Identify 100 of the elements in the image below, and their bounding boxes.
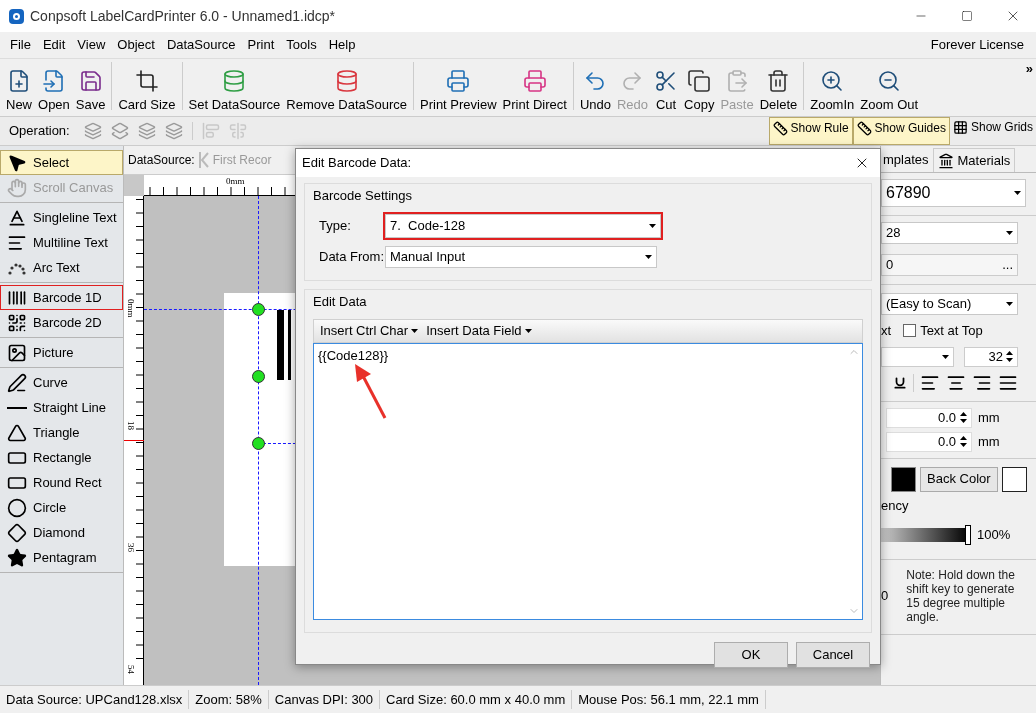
font-size-spinner[interactable]: 32 — [963, 346, 1018, 367]
dialog-button[interactable]: Cancel — [796, 642, 870, 668]
tool-item[interactable]: Curve — [0, 370, 123, 395]
toolbar-button[interactable]: Delete — [756, 69, 801, 113]
image-icon — [7, 342, 27, 363]
tool-item[interactable]: Pentagram — [0, 545, 123, 570]
app-icon — [9, 8, 24, 24]
triangle-icon — [7, 422, 27, 443]
caret-down-icon — [645, 254, 652, 259]
type-select[interactable]: 7. Code-128 — [385, 213, 661, 238]
layers-icon — [110, 122, 129, 140]
toolbar-button[interactable]: Copy — [681, 69, 718, 113]
toggle-button[interactable]: Show Grids — [949, 117, 1036, 145]
panel-tab[interactable]: Materials — [932, 148, 1016, 172]
tool-item[interactable]: Barcode 2D — [0, 310, 123, 335]
underline-icon[interactable] — [893, 375, 907, 390]
zoom-out-icon — [877, 69, 902, 93]
browse-button[interactable]: ... — [1002, 255, 1013, 275]
toolbar-button[interactable]: Cut — [651, 69, 682, 113]
tool-item[interactable]: Triangle — [0, 420, 123, 445]
trash-icon — [766, 69, 791, 93]
back-color-button[interactable]: Back Color — [920, 466, 998, 492]
printer-icon — [522, 69, 547, 93]
license-label: Forever License — [930, 36, 1024, 55]
tool-item[interactable]: Picture — [0, 340, 123, 365]
insert-menu[interactable]: Insert Data Field — [426, 321, 532, 341]
offset-spinner[interactable]: 0.0 — [886, 431, 972, 452]
unit-label: mm — [978, 432, 1000, 451]
caret-down-icon — [1006, 302, 1013, 306]
toolbar-button[interactable]: Save — [72, 69, 109, 113]
insert-menu[interactable]: Insert Ctrl Char — [320, 321, 419, 341]
menu-item[interactable]: Object — [111, 35, 161, 55]
tool-item[interactable]: Multiline Text — [0, 230, 123, 255]
toolbar-button[interactable]: New — [3, 69, 35, 113]
tool-item[interactable]: Round Rect — [0, 470, 123, 495]
scan-mode-select[interactable]: (Easy to Scan) — [881, 293, 1018, 315]
circle-icon — [7, 497, 27, 518]
toolbar-button[interactable]: Open — [35, 69, 73, 113]
diamond-icon — [7, 522, 27, 543]
toggle-button[interactable]: Show Rule — [768, 117, 853, 145]
tool-item[interactable]: Barcode 1D — [0, 285, 123, 310]
toolbar-button[interactable]: Print Preview — [417, 69, 500, 113]
menu-item[interactable]: File — [4, 35, 37, 55]
caret-down-icon — [649, 223, 656, 228]
spinner-arrows-icon[interactable] — [960, 412, 967, 423]
angle-value: 0 — [881, 586, 889, 605]
status-item: Data Source: UPCand128.xlsx — [0, 689, 190, 710]
value-select[interactable]: 67890 — [881, 179, 1026, 207]
spinner-arrows-icon[interactable] — [1006, 351, 1013, 362]
toolbar-button[interactable]: ZoomIn — [807, 69, 858, 113]
toolbar-button[interactable]: Set DataSource — [185, 69, 284, 113]
barcode-drawing — [277, 310, 291, 380]
operation-label: Operation: — [9, 122, 70, 141]
toolbar-button[interactable]: Undo — [576, 69, 614, 113]
tool-item[interactable]: Select — [0, 150, 123, 175]
tool-item[interactable]: Diamond — [0, 520, 123, 545]
layers-icon — [164, 122, 183, 140]
menu-item[interactable]: Print — [241, 35, 281, 55]
data-from-select[interactable]: Manual Input — [385, 245, 657, 268]
caret-down-icon — [941, 354, 949, 359]
fore-color-swatch[interactable] — [891, 466, 916, 492]
tool-item[interactable]: Straight Line — [0, 395, 123, 420]
toggle-button[interactable]: Show Guides — [852, 117, 950, 145]
ruler-icon — [856, 121, 872, 136]
back-color-swatch[interactable] — [1001, 466, 1027, 492]
toolbar-button[interactable]: Card Size — [115, 69, 179, 113]
dialog-button[interactable]: OK — [714, 642, 788, 668]
tool-item[interactable]: Singleline Text — [0, 205, 123, 230]
tool-item[interactable]: Circle — [0, 495, 123, 520]
pen-icon — [7, 372, 27, 393]
offset-spinner[interactable]: 0.0 — [886, 407, 972, 428]
new-file-icon — [7, 69, 31, 93]
toolbar-button[interactable]: Remove DataSource — [283, 69, 410, 113]
panel-tab[interactable]: mplates — [881, 148, 931, 172]
tool-item[interactable]: Rectangle — [0, 445, 123, 470]
menu-item[interactable]: View — [71, 35, 112, 55]
toolbar-button[interactable]: Print Direct — [499, 69, 570, 113]
transparency-reading: 100% — [977, 526, 1011, 544]
menu-item[interactable]: Tools — [280, 35, 323, 55]
status-item: Mouse Pos: 56.1 mm, 22.1 mm — [572, 689, 766, 710]
tool-item[interactable]: Arc Text — [0, 255, 123, 280]
layers-icon — [83, 122, 102, 140]
transparency-slider[interactable] — [881, 527, 969, 542]
menu-item[interactable]: DataSource — [160, 35, 242, 55]
menu-item[interactable]: Help — [322, 35, 362, 55]
ruler-label: 0mm — [126, 299, 135, 318]
more-button[interactable]: » — [1025, 59, 1033, 79]
type-select[interactable]: 28 — [881, 222, 1018, 244]
open-file-icon — [41, 69, 66, 93]
menu-item[interactable]: Edit — [36, 35, 72, 55]
database-icon — [222, 69, 247, 93]
status-item: Card Size: 60.0 mm x 40.0 mm — [380, 689, 573, 710]
toolbar-button[interactable]: Zoom Out — [857, 69, 922, 113]
text-at-top-checkbox[interactable]: Text at Top — [903, 321, 983, 341]
status-item: Zoom: 58% — [189, 689, 269, 710]
spinner-arrows-icon[interactable] — [960, 436, 967, 447]
first-record-icon — [198, 152, 209, 168]
data-field[interactable]: 0 ... — [881, 254, 1018, 276]
group-title: Barcode Settings — [313, 187, 413, 205]
line-icon — [7, 406, 27, 409]
